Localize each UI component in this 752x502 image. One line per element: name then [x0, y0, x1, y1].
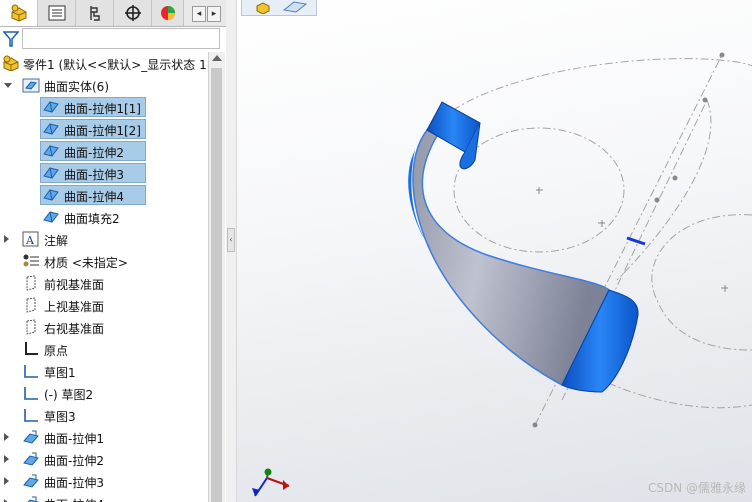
annotation-icon: A [22, 231, 40, 247]
part-icon [2, 55, 20, 72]
expander-right-icon[interactable] [4, 455, 9, 463]
tree-item[interactable]: 上视基准面 [0, 294, 208, 316]
scroll-thumb[interactable] [211, 68, 222, 502]
tree-item[interactable]: 曲面-拉伸1[1] [0, 96, 208, 118]
expander-right-icon[interactable] [4, 477, 9, 485]
tree-item-label: 曲面-拉伸4 [44, 496, 104, 502]
tree-item-label: 曲面-拉伸2 [44, 454, 104, 468]
selection-marker [626, 236, 646, 246]
material-icon [22, 253, 40, 269]
plane-icon [22, 319, 40, 335]
configuration-manager-icon [85, 4, 105, 22]
watermark-text: CSDN @儒雅永缘 [647, 481, 746, 495]
tree-root-part[interactable]: 零件1 (默认<<默认>_显示状态 1 [0, 52, 208, 74]
splitter-grip[interactable]: ‹ [227, 228, 235, 252]
expander-right-icon[interactable] [4, 433, 9, 441]
tree-scrollbar[interactable] [208, 52, 225, 502]
crosshair-icon [123, 4, 143, 22]
tree-item-label: 草图1 [44, 366, 76, 380]
tree-item[interactable]: 草图3 [0, 404, 208, 426]
tab-scroll-left-button[interactable]: ◂ [192, 6, 206, 22]
tree-item-label: 曲面-拉伸3 [44, 476, 104, 490]
tree-item[interactable]: 原点 [0, 338, 208, 360]
view-triad [252, 468, 290, 497]
surface-body-icon [42, 143, 60, 159]
tab-configuration-manager[interactable] [76, 0, 114, 26]
sketch-icon [22, 407, 40, 423]
feature-manager-icon [9, 4, 29, 22]
plane-icon [22, 275, 40, 291]
tree-item[interactable]: 材质 <未指定> [0, 250, 208, 272]
tab-display-manager[interactable] [152, 0, 184, 26]
tree-item-label: 曲面-拉伸1[2] [64, 124, 141, 138]
tree-item-label: 曲面-拉伸3 [64, 168, 124, 182]
surface-extrude-icon [22, 495, 40, 502]
tree-item-label: 右视基准面 [44, 322, 105, 336]
filter-input[interactable] [22, 28, 220, 49]
tree-item[interactable]: 曲面-拉伸3 [0, 470, 208, 492]
tree-item-label: 上视基准面 [44, 300, 105, 314]
surface-extrude-icon [22, 451, 40, 467]
tree-item-label: 曲面实体(6) [44, 80, 109, 94]
tree-item[interactable]: 曲面-拉伸4 [0, 492, 208, 502]
tree-item-label: 曲面-拉伸1 [44, 432, 104, 446]
expander-down-icon[interactable] [4, 83, 12, 88]
tree-item[interactable]: 曲面-拉伸1 [0, 426, 208, 448]
tree-item[interactable]: 曲面-拉伸2 [0, 448, 208, 470]
tree-item[interactable]: 前视基准面 [0, 272, 208, 294]
tree-item-label: 材质 <未指定> [44, 256, 128, 270]
tree-item[interactable]: (-) 草图2 [0, 382, 208, 404]
tree-item[interactable]: 曲面-拉伸4 [0, 184, 208, 206]
tree-item-label: 草图3 [44, 410, 76, 424]
surface-body-gray[interactable] [412, 127, 610, 387]
appearance-pie-icon [158, 4, 178, 22]
scroll-up-arrow[interactable] [212, 55, 222, 61]
tree-item[interactable]: 曲面-拉伸2 [0, 140, 208, 162]
surface-body-icon [42, 209, 60, 225]
tree-item[interactable]: 曲面实体(6) [0, 74, 208, 96]
surface-bodies-folder-icon [22, 77, 40, 93]
tab-feature-manager[interactable] [0, 0, 38, 26]
panel-splitter[interactable]: ‹ [226, 0, 237, 502]
tab-scroll-right-button[interactable]: ▸ [207, 6, 221, 22]
tree-item-label: 注解 [44, 234, 69, 248]
origin-icon [22, 341, 40, 357]
tree-item-label: (-) 草图2 [44, 388, 94, 402]
tree-item[interactable]: 草图1 [0, 360, 208, 382]
tree-item-label: 曲面填充2 [64, 212, 120, 226]
tree-item-label: 前视基准面 [44, 278, 105, 292]
panel-tabs: ◂ ▸ [0, 0, 226, 27]
surface-body-icon [42, 187, 60, 203]
surface-extrude-icon [22, 429, 40, 445]
model-graphics [252, 52, 752, 497]
graphics-viewport[interactable]: CSDN @儒雅永缘 [237, 0, 752, 502]
tab-property-manager[interactable] [38, 0, 76, 26]
expander-right-icon[interactable] [4, 235, 9, 243]
sketch-icon [22, 385, 40, 401]
tree-item-label: 曲面-拉伸2 [64, 146, 124, 160]
filter-icon[interactable] [2, 30, 20, 51]
tree-root-label: 零件1 (默认<<默认>_显示状态 1 [23, 58, 207, 72]
tree-item[interactable]: A 注解 [0, 228, 208, 250]
tree-item-label: 原点 [44, 344, 69, 358]
filter-bar [0, 27, 222, 51]
plane-icon [22, 297, 40, 313]
tree-item[interactable]: 曲面-拉伸1[2] [0, 118, 208, 140]
tree-item-label: 曲面-拉伸1[1] [64, 102, 141, 116]
tree-item[interactable]: 曲面-拉伸3 [0, 162, 208, 184]
feature-tree: 零件1 (默认<<默认>_显示状态 1 曲面实体(6) 曲面-拉伸1[1] 曲面-拉… [0, 52, 208, 502]
property-manager-icon [47, 4, 67, 22]
surface-body-icon [42, 99, 60, 115]
tree-item[interactable]: 曲面填充2 [0, 206, 208, 228]
surface-body-icon [42, 165, 60, 181]
tree-item[interactable]: 右视基准面 [0, 316, 208, 338]
svg-text:A: A [25, 234, 35, 247]
surface-body-icon [42, 121, 60, 137]
sketch-icon [22, 363, 40, 379]
tab-dimxpert-manager[interactable] [114, 0, 152, 26]
feature-manager-panel: ◂ ▸ 零件1 (默认<<默认>_显示状态 1 曲面实体(6) 曲面-拉伸1[1]… [0, 0, 227, 502]
surface-extrude-icon [22, 473, 40, 489]
tree-item-label: 曲面-拉伸4 [64, 190, 124, 204]
